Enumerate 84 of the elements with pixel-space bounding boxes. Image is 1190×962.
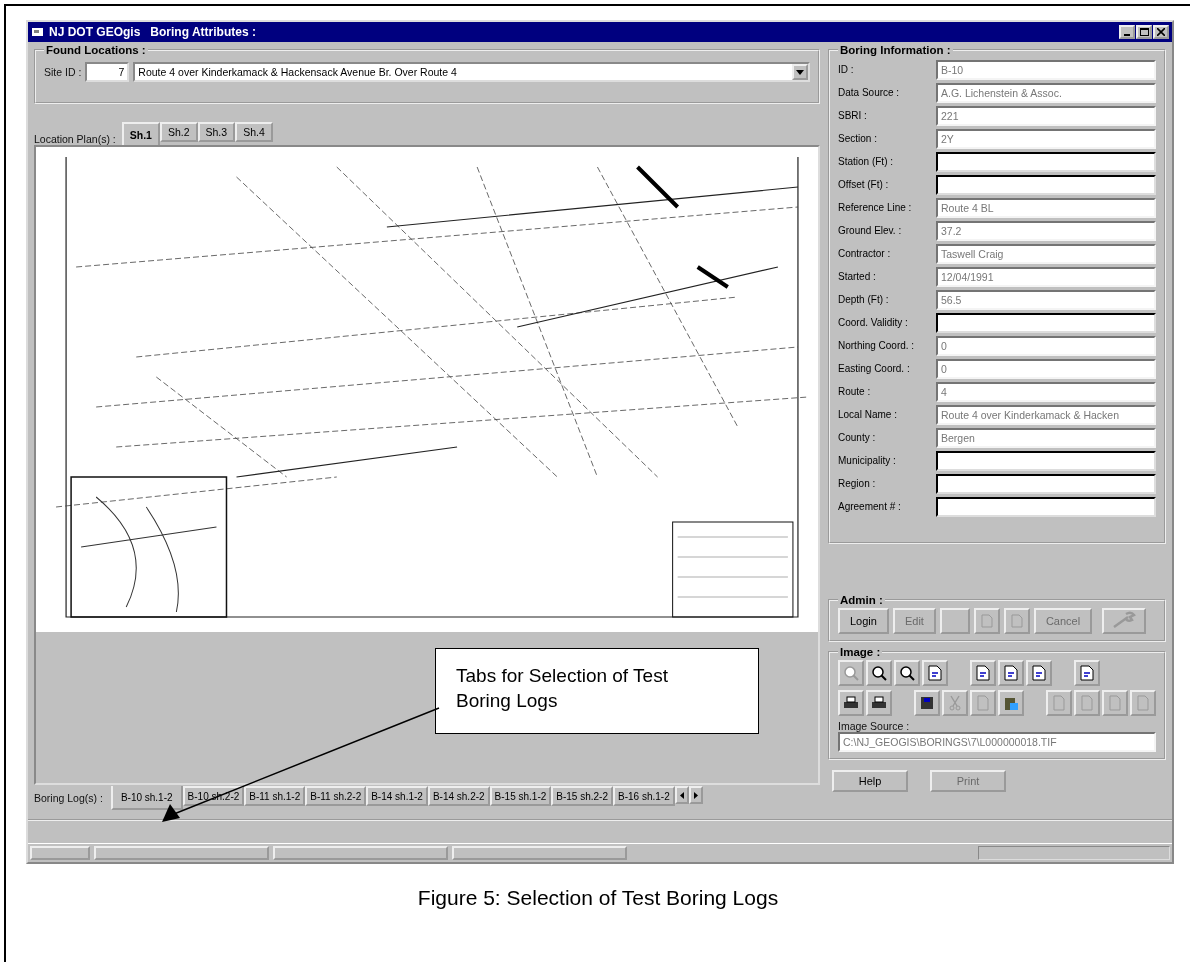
field-label: Depth (Ft) : xyxy=(838,294,890,305)
image-source-label: Image Source : xyxy=(838,720,910,732)
close-button[interactable] xyxy=(1153,25,1169,39)
boring-log-tab[interactable]: B-10 sh.1-2 xyxy=(110,786,183,810)
field-label: Contractor : xyxy=(838,248,892,259)
field-label: Offset (Ft) : xyxy=(838,179,890,190)
field-label: Northing Coord. : xyxy=(838,340,916,351)
page-button[interactable] xyxy=(1074,660,1100,686)
field-label: Reference Line : xyxy=(838,202,913,213)
page-icon xyxy=(1010,614,1023,628)
plan-tab[interactable]: Sh.3 xyxy=(197,122,236,142)
close-icon xyxy=(1157,28,1165,36)
boring-log-tab[interactable]: B-14 sh.1-2 xyxy=(366,786,428,806)
right-triangle-icon xyxy=(693,791,698,799)
boring-log-tab[interactable]: B-11 sh.2-2 xyxy=(305,786,367,806)
cut-icon xyxy=(947,695,963,711)
field-label: Agreement # : xyxy=(838,501,902,512)
field-label: Started : xyxy=(838,271,877,282)
printer-icon xyxy=(843,695,859,711)
field-label: SBRI : xyxy=(838,110,868,121)
field-label: Route : xyxy=(838,386,872,397)
figure-caption: Figure 5: Selection of Test Boring Logs xyxy=(416,886,780,910)
zoom-out-button[interactable] xyxy=(894,660,920,686)
left-triangle-icon xyxy=(679,791,684,799)
boring-log-tab[interactable]: B-14 sh.2-2 xyxy=(427,786,490,806)
group-title: Boring Information : xyxy=(839,44,952,56)
attribute-field[interactable] xyxy=(936,151,1156,172)
page-icon xyxy=(1051,695,1067,711)
field-label: Site ID : xyxy=(44,66,82,78)
save-icon xyxy=(919,695,935,711)
field-label: County : xyxy=(838,432,877,443)
minimize-button[interactable] xyxy=(1119,25,1135,39)
field-label: Municipality : xyxy=(838,455,897,466)
page-icon xyxy=(1079,695,1095,711)
zoom-box-icon xyxy=(843,665,859,681)
maximize-button[interactable] xyxy=(1136,25,1152,39)
field-label: Region : xyxy=(838,478,877,489)
attribute-field[interactable] xyxy=(936,312,1156,333)
plan-tab[interactable]: Sh.2 xyxy=(159,122,198,142)
printer-button[interactable] xyxy=(838,690,864,716)
page-icon xyxy=(1079,665,1095,681)
maximize-icon xyxy=(1139,28,1149,36)
app-icon xyxy=(31,26,45,38)
site-dropdown[interactable]: Route 4 over Kinderkamack & Hackensack Avenue Br. Over Route 4 xyxy=(133,62,810,82)
login-button[interactable]: Login xyxy=(838,608,889,634)
attribute-field[interactable] xyxy=(936,450,1156,471)
page-icon xyxy=(1135,695,1151,711)
boring-logs-label: Boring Log(s) : xyxy=(34,792,103,804)
printer-setup-icon xyxy=(871,695,887,711)
boring-log-tab[interactable]: B-16 sh.1-2 xyxy=(613,786,675,806)
plan-tab[interactable]: Sh.1 xyxy=(121,122,160,145)
location-plans-label: Location Plan(s) : xyxy=(34,133,116,145)
save-button[interactable] xyxy=(914,690,940,716)
boring-log-tab[interactable]: B-11 sh.1-2 xyxy=(244,786,306,806)
field-label: ID : xyxy=(838,64,855,75)
boring-log-tab[interactable]: B-15 sh.2-2 xyxy=(551,786,613,806)
group-title: Found Locations : xyxy=(45,44,147,56)
attribute-field[interactable] xyxy=(936,473,1156,494)
field-label: Coord. Validity : xyxy=(838,317,909,328)
callout-box: Tabs for Selection of Test Boring Logs xyxy=(435,648,759,734)
attribute-field[interactable] xyxy=(936,174,1156,195)
field-label: Data Source : xyxy=(838,87,901,98)
site-id-field[interactable]: 7 xyxy=(85,62,130,82)
field-label: Section : xyxy=(838,133,878,144)
field-label: Local Name : xyxy=(838,409,898,420)
zoom-in-button[interactable] xyxy=(866,660,892,686)
zoom-out-icon xyxy=(899,665,915,681)
printer-setup-button[interactable] xyxy=(866,690,892,716)
field-label: Ground Elev. : xyxy=(838,225,903,236)
plan-tab[interactable]: Sh.4 xyxy=(235,122,273,142)
field-label: Easting Coord. : xyxy=(838,363,911,374)
zoom-in-icon xyxy=(871,665,887,681)
boring-log-tab[interactable]: B-15 sh.1-2 xyxy=(489,786,552,806)
field-label: Station (Ft) : xyxy=(838,156,894,167)
wrench-icon xyxy=(1111,611,1138,629)
help-button[interactable]: Help xyxy=(832,770,908,792)
page-icon xyxy=(1107,695,1123,711)
group-title: Image : xyxy=(839,646,882,658)
attribute-field[interactable] xyxy=(936,496,1156,517)
group-title: Admin : xyxy=(839,594,884,606)
window-title: NJ DOT GEOgis Boring Attributes : xyxy=(49,25,256,39)
image-source-field[interactable]: C:\NJ_GEOGIS\BORINGS\7\L000000018.TIF xyxy=(838,732,1156,752)
page-icon xyxy=(980,614,993,628)
page-icon xyxy=(975,695,991,711)
